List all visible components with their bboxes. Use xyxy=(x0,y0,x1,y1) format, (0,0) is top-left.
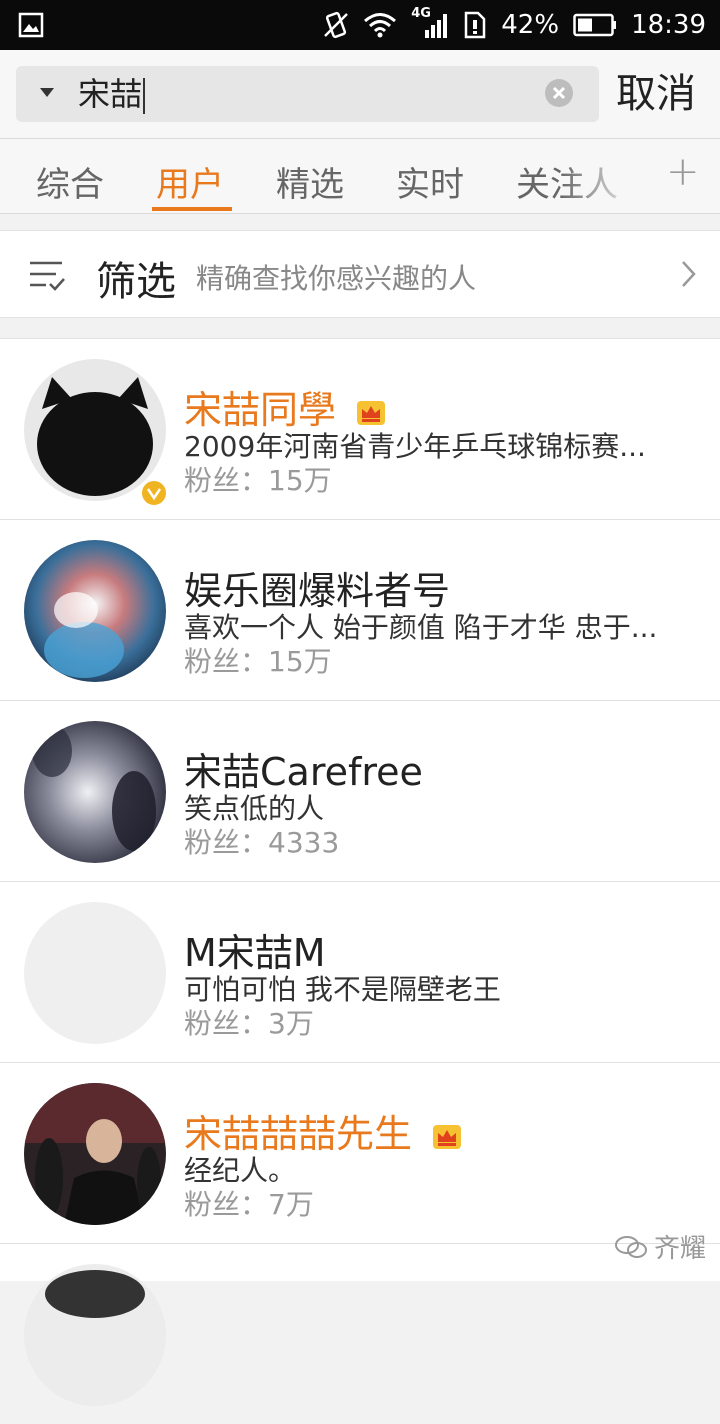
battery-percent: 42% xyxy=(501,10,560,40)
filter-title: 筛选 xyxy=(96,259,176,305)
search-bar: 宋喆 取消 xyxy=(0,50,720,139)
user-row[interactable]: M宋喆M 可怕可怕 我不是隔壁老王 粉丝：3万 xyxy=(0,882,720,1063)
crown-icon xyxy=(357,400,386,425)
filter-icon xyxy=(30,261,65,291)
follower-count: 粉丝：15万 xyxy=(184,645,332,678)
crown-icon xyxy=(433,1124,462,1149)
avatar[interactable] xyxy=(24,1083,166,1225)
wechat-icon xyxy=(614,1235,647,1258)
wifi-icon xyxy=(364,13,397,38)
vibrate-icon xyxy=(324,11,349,39)
follower-count: 粉丝：4333 xyxy=(184,826,340,859)
search-query[interactable]: 宋喆 xyxy=(78,74,146,114)
add-tab-button[interactable]: + xyxy=(666,149,700,195)
sim-alert-icon xyxy=(465,11,486,39)
user-row[interactable]: 宋喆Carefree 笑点低的人 粉丝：4333 xyxy=(0,701,720,882)
status-bar: 4G 42% 18:39 xyxy=(0,0,720,50)
user-row[interactable] xyxy=(0,1244,720,1424)
search-tabs: 综合 用户 精选 实时 关注人 + xyxy=(0,139,720,214)
user-list: 宋喆同學 2009年河南省青少年乒乓球锦标赛... 粉丝：15万 娱乐圈爆料者号… xyxy=(0,338,720,1406)
battery-icon xyxy=(573,13,617,37)
user-row[interactable]: 娱乐圈爆料者号 喜欢一个人 始于颜值 陷于才华 忠于... 粉丝：15万 xyxy=(0,520,720,701)
cellular-signal-icon: 4G xyxy=(411,6,449,40)
cancel-button[interactable]: 取消 xyxy=(616,66,696,122)
follower-count: 粉丝：3万 xyxy=(184,1007,314,1040)
avatar[interactable] xyxy=(24,540,166,682)
filter-row[interactable]: 筛选 精确查找你感兴趣的人 xyxy=(0,230,720,318)
tab-comprehensive[interactable]: 综合 xyxy=(36,157,104,206)
search-input[interactable]: 宋喆 xyxy=(16,66,599,122)
watermark-text: 齐耀 xyxy=(653,1234,706,1264)
user-row[interactable]: 宋喆同學 2009年河南省青少年乒乓球锦标赛... 粉丝：15万 xyxy=(0,339,720,520)
clock: 18:39 xyxy=(631,10,706,40)
verified-badge-icon xyxy=(140,479,168,507)
chevron-right-icon xyxy=(682,261,696,287)
follower-count: 粉丝：7万 xyxy=(184,1188,314,1221)
avatar[interactable] xyxy=(24,1264,166,1406)
watermark: 齐耀 xyxy=(614,1228,706,1265)
tab-users[interactable]: 用户 xyxy=(156,157,224,206)
tab-realtime[interactable]: 实时 xyxy=(396,157,464,206)
avatar[interactable] xyxy=(24,902,166,1044)
text-cursor xyxy=(143,78,146,114)
search-scope-dropdown-icon[interactable] xyxy=(40,88,54,97)
avatar[interactable] xyxy=(24,721,166,863)
avatar[interactable] xyxy=(24,359,166,501)
user-row[interactable]: 宋喆喆喆先生 经纪人。 粉丝：7万 xyxy=(0,1063,720,1244)
close-icon xyxy=(552,86,566,100)
follower-count: 粉丝：15万 xyxy=(184,464,332,497)
gallery-icon xyxy=(18,12,44,38)
active-tab-indicator xyxy=(152,207,232,211)
clear-search-button[interactable] xyxy=(545,79,573,107)
tab-featured[interactable]: 精选 xyxy=(276,157,344,206)
filter-subtitle: 精确查找你感兴趣的人 xyxy=(196,262,477,295)
